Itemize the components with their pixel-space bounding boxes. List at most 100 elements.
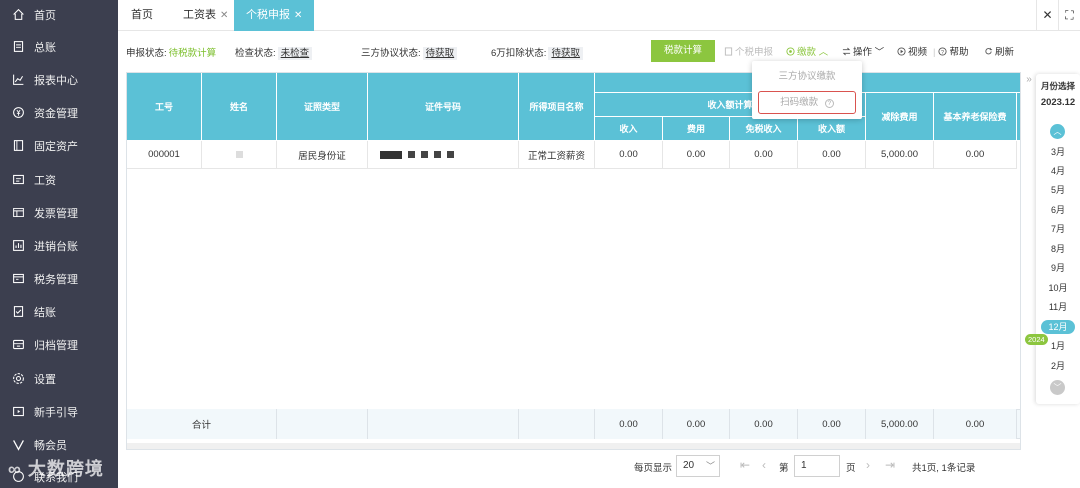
cell-income[interactable]: 0.00 — [595, 141, 663, 169]
month-item[interactable]: 4月 — [1036, 162, 1080, 180]
cell-name[interactable] — [202, 141, 277, 169]
close-window-icon[interactable]: ✕ — [1036, 0, 1058, 31]
sidebar-item-archive[interactable]: 归档管理 — [0, 328, 118, 361]
col-header-income[interactable]: 收入 — [595, 117, 663, 141]
month-item[interactable]: 11月 — [1036, 298, 1080, 316]
tab-label: 个税申报 — [246, 9, 290, 21]
personal-declare-button[interactable]: 个税申报 — [724, 44, 773, 58]
cell-item-name[interactable]: 正常工资薪资 — [519, 141, 595, 169]
tab-home[interactable]: 首页 — [131, 0, 153, 31]
menu-item-tripartite-pay[interactable]: 三方协议缴款 — [752, 65, 862, 89]
sidebar: 首页 总账 报表中心 资金管理 固定资产 工资 发票管理 进销台账 税务管理 结… — [0, 0, 118, 488]
col-header-id-no[interactable]: 证件号码 — [368, 73, 519, 141]
next-page-icon[interactable]: › — [866, 458, 870, 472]
month-item[interactable]: 7月 — [1036, 220, 1080, 238]
month-item[interactable]: 9月 — [1036, 259, 1080, 277]
col-header-item-name[interactable]: 所得项目名称 — [519, 73, 595, 141]
help-button[interactable]: |? 帮助 — [933, 44, 968, 58]
close-icon[interactable]: ✕ — [220, 10, 228, 21]
settings-icon — [13, 373, 24, 384]
chart-icon — [13, 74, 24, 85]
footer-cell — [519, 409, 595, 439]
tab-label: 工资表 — [183, 9, 216, 21]
deduct-status-value[interactable]: 待获取 — [548, 47, 583, 60]
pay-icon — [786, 47, 795, 56]
sidebar-item-label: 进销台账 — [34, 240, 78, 253]
page-input[interactable]: 1 — [794, 455, 840, 477]
col-header-expense[interactable]: 费用 — [663, 117, 730, 141]
month-item[interactable]: 8月 — [1036, 240, 1080, 258]
tab-bar: 首页 工资表 ✕ 个税申报 ✕ ✕ ⛶ — [118, 0, 1080, 31]
sidebar-item-home[interactable]: 首页 — [0, 0, 118, 31]
month-item[interactable]: 5月 — [1036, 181, 1080, 199]
sidebar-item-inventory[interactable]: 进销台账 — [0, 229, 118, 262]
salary-icon — [13, 174, 24, 185]
cell-emp-no[interactable]: 000001 — [127, 141, 202, 169]
masked-name — [235, 151, 243, 158]
refresh-button[interactable]: 刷新 — [984, 44, 1014, 58]
sidebar-item-label: 税务管理 — [34, 273, 78, 286]
col-header-name[interactable]: 姓名 — [202, 73, 277, 141]
sidebar-item-guide[interactable]: 新手引导 — [0, 395, 118, 428]
cell-expense[interactable]: 0.00 — [663, 141, 730, 169]
sidebar-item-invoice[interactable]: 发票管理 — [0, 196, 118, 229]
tab-salary-sheet[interactable]: 工资表 ✕ — [183, 0, 228, 31]
sidebar-item-ledger[interactable]: 总账 — [0, 30, 118, 63]
sidebar-item-label: 资金管理 — [34, 107, 78, 120]
cell-pension[interactable]: 0.00 — [934, 141, 1017, 169]
tripartite-status-value[interactable]: 待获取 — [422, 47, 458, 60]
sidebar-item-label: 新手引导 — [34, 406, 78, 419]
declare-status-value: 待税款计算 — [168, 48, 217, 59]
tab-personal-tax[interactable]: 个税申报 ✕ — [234, 0, 315, 31]
sidebar-item-assets[interactable]: 固定资产 — [0, 129, 118, 162]
col-header-taxfree[interactable]: 免税收入 — [730, 117, 798, 141]
per-page-select[interactable]: 20 ﹀ — [676, 455, 720, 477]
scroll-up-icon[interactable]: ︿ — [1050, 124, 1065, 139]
last-page-icon[interactable]: ⇥ — [885, 458, 895, 472]
cell-id-type[interactable]: 居民身份证 — [277, 141, 368, 169]
pay-button[interactable]: 缴款 ︿ — [786, 44, 828, 58]
col-header-pension[interactable]: 基本养老保险费 — [934, 93, 1017, 141]
sidebar-item-settings[interactable]: 设置 — [0, 362, 118, 395]
cell-taxfree[interactable]: 0.00 — [730, 141, 798, 169]
month-item[interactable]: 6月 — [1036, 201, 1080, 219]
tax-calc-button[interactable]: 税款计算 — [651, 40, 715, 62]
col-header-deduct[interactable]: 减除费用 — [866, 93, 934, 141]
sidebar-item-label: 畅会员 — [34, 439, 67, 452]
per-page-label: 每页显示 — [634, 463, 673, 474]
pay-label: 缴款 — [797, 47, 817, 58]
cell-deduct[interactable]: 5,000.00 — [866, 141, 934, 169]
ledger-icon — [13, 41, 24, 52]
col-header-emp-no[interactable]: 工号 — [127, 73, 202, 141]
month-item[interactable]: 1月 — [1036, 337, 1080, 355]
sidebar-item-salary[interactable]: 工资 — [0, 163, 118, 196]
invoice-icon — [13, 207, 24, 218]
sidebar-item-funds[interactable]: 资金管理 — [0, 96, 118, 129]
collapse-panel-icon[interactable]: » — [1022, 74, 1036, 92]
pager-summary: 共1页, 1条记录 — [912, 463, 976, 474]
col-header-id-type[interactable]: 证照类型 — [277, 73, 368, 141]
close-icon[interactable]: ✕ — [294, 10, 302, 21]
check-status-value[interactable]: 未检查 — [277, 47, 313, 60]
home-icon — [13, 8, 24, 20]
sidebar-item-reports[interactable]: 报表中心 — [0, 63, 118, 96]
checkout-icon — [13, 306, 24, 317]
scroll-down-icon[interactable]: ﹀ — [1050, 380, 1065, 395]
month-item[interactable]: 2月 — [1036, 357, 1080, 375]
horizontal-scrollbar[interactable] — [127, 443, 1020, 449]
footer-income-amt: 0.00 — [798, 409, 866, 439]
sidebar-item-checkout[interactable]: 结账 — [0, 295, 118, 328]
cell-id-no[interactable] — [368, 141, 519, 169]
video-button[interactable]: 视频 — [897, 44, 927, 58]
chevron-down-icon: ﹀ — [872, 47, 885, 58]
current-period: 2023.12 — [1040, 97, 1076, 108]
first-page-icon[interactable]: ⇤ — [740, 458, 750, 472]
col-header-income-amt[interactable]: 收入额 — [798, 117, 866, 141]
month-item[interactable]: 3月 — [1036, 143, 1080, 161]
operation-menu[interactable]: 操作 ﹀ — [842, 44, 884, 58]
sidebar-item-tax[interactable]: 税务管理 — [0, 262, 118, 295]
cell-income-amt[interactable]: 0.00 — [798, 141, 866, 169]
prev-page-icon[interactable]: ‹ — [762, 458, 766, 472]
month-item[interactable]: 10月 — [1036, 279, 1080, 297]
fullscreen-icon[interactable]: ⛶ — [1058, 0, 1080, 31]
